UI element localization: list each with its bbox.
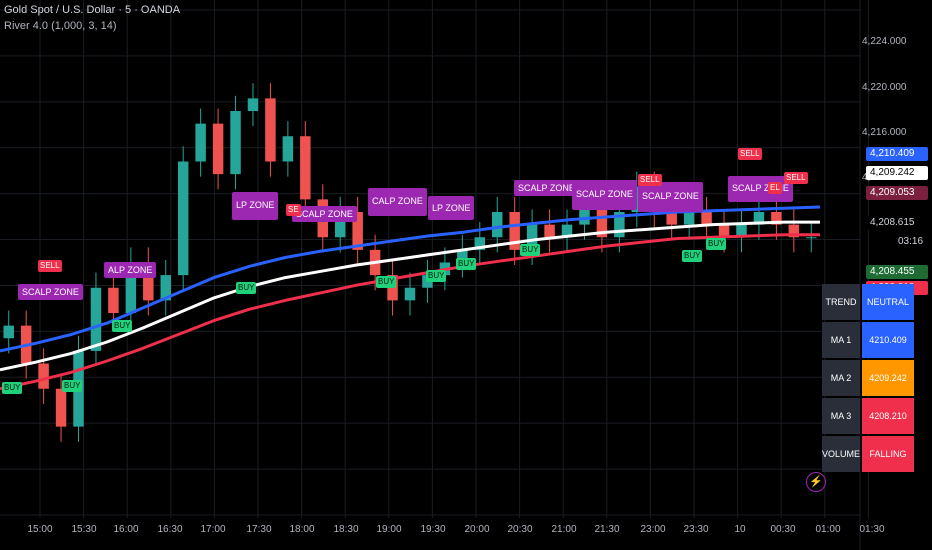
scalp-zone-label: CALP ZONE (368, 188, 427, 216)
price-tick: 4,224.000 (862, 36, 907, 47)
candle-body (247, 98, 259, 111)
panel-key: TREND (822, 284, 861, 320)
symbol-title[interactable]: Gold Spot / U.S. Dollar · 5 · OANDA (4, 4, 180, 16)
lightning-icon[interactable]: ⚡ (806, 472, 826, 492)
price-tick: 4,216.000 (862, 127, 907, 138)
trend-panel: TREND NEUTRAL MA 1 4210.409 MA 2 4209.24… (820, 282, 916, 474)
candle-body (492, 212, 503, 238)
candle-body (230, 111, 241, 175)
buy-signal: BUY (112, 320, 133, 332)
time-tick: 19:00 (376, 524, 402, 535)
buy-signal: BUY (376, 276, 397, 288)
scalp-zone-label: SCALP ZONE (572, 180, 637, 210)
panel-value: 4209.242 (862, 360, 915, 396)
time-tick: 18:30 (333, 524, 359, 535)
panel-row-volume: VOLUME FALLING (822, 436, 915, 472)
panel-value: NEUTRAL (862, 284, 915, 320)
sell-signal: SELL (38, 260, 62, 272)
time-tick: 17:00 (200, 524, 226, 535)
panel-row-ma2: MA 2 4209.242 (822, 360, 915, 396)
candle-body (544, 224, 555, 238)
scalp-zone-label: SCALP ZONE (514, 180, 579, 196)
indicator-title[interactable]: River 4.0 (1,000, 3, 14) (4, 20, 117, 32)
time-tick: 01:00 (815, 524, 841, 535)
candle-body (265, 98, 276, 162)
sell-signal: SELL (784, 172, 808, 184)
scalp-zone-label: SCALP ZONE (638, 182, 703, 212)
buy-signal: BUY (2, 382, 23, 394)
panel-value: 4210.409 (862, 322, 915, 358)
time-tick: 19:30 (420, 524, 446, 535)
panel-key: MA 2 (822, 360, 861, 396)
buy-signal: BUY (682, 250, 703, 262)
time-tick: 20:30 (507, 524, 533, 535)
panel-key: MA 1 (822, 322, 861, 358)
panel-row-ma1: MA 1 4210.409 (822, 322, 915, 358)
time-tick: 17:30 (246, 524, 272, 535)
sell-signal: SE (286, 204, 301, 216)
price-badge-ma2: 4,209.242 (866, 166, 928, 180)
candle-body (701, 212, 712, 225)
buy-signal: BUY (706, 238, 727, 250)
sell-signal: EL (768, 182, 782, 194)
candle-body (55, 388, 67, 427)
scalp-zone-label: ALP ZONE (104, 262, 157, 278)
sell-signal: SELL (638, 174, 662, 186)
scalp-zone-label: LP ZONE (428, 196, 475, 220)
buy-signal: BUY (520, 244, 541, 256)
time-tick: 00:30 (770, 524, 796, 535)
price-tick: 4,220.000 (862, 82, 907, 93)
buy-signal: BUY (456, 258, 477, 270)
candle-body (683, 212, 695, 225)
time-tick: 10 (734, 524, 746, 535)
panel-row-ma3: MA 3 4208.210 (822, 398, 915, 434)
bar-countdown: 03:16 (898, 236, 924, 247)
panel-value: FALLING (862, 436, 915, 472)
panel-key: MA 3 (822, 398, 861, 434)
candle-body (108, 287, 119, 313)
buy-signal: BUY (426, 270, 447, 282)
price-badge-green: 4,208.455 (866, 265, 928, 279)
buy-signal: BUY (236, 282, 257, 294)
buy-signal: BUY (62, 380, 83, 392)
price-badge-current: 4,208.615 (866, 216, 928, 230)
time-tick: 15:00 (27, 524, 53, 535)
time-tick: 16:30 (157, 524, 183, 535)
time-tick: 15:30 (71, 524, 97, 535)
scalp-zone-label: LP ZONE (232, 192, 279, 220)
panel-key: VOLUME (822, 436, 861, 472)
time-tick: 23:00 (640, 524, 666, 535)
time-tick: 18:00 (289, 524, 315, 535)
panel-row-trend: TREND NEUTRAL (822, 284, 915, 320)
candle-body (212, 123, 224, 175)
panel-value: 4208.210 (862, 398, 915, 434)
time-tick: 01:30 (859, 524, 885, 535)
scalp-zone-label: SCALP ZONE (292, 206, 357, 222)
time-tick: 21:30 (594, 524, 620, 535)
scalp-zone-label: SCALP ZONE (18, 284, 83, 300)
candle-body (90, 287, 102, 351)
sell-signal: SELL (738, 148, 762, 160)
candle-body (404, 287, 416, 301)
candle-body (3, 325, 14, 339)
time-tick: 21:00 (551, 524, 577, 535)
candle-body (177, 161, 189, 276)
candle-body (195, 123, 206, 162)
candle-body (282, 136, 294, 162)
time-tick: 16:00 (113, 524, 139, 535)
candle-body (806, 237, 817, 239)
time-tick: 23:30 (683, 524, 709, 535)
price-badge-ma1: 4,210.409 (866, 147, 928, 161)
candle-body (300, 136, 311, 200)
candle-body (38, 363, 49, 389)
time-tick: 20:00 (464, 524, 490, 535)
price-badge-last: 4,209.053 (866, 186, 928, 200)
